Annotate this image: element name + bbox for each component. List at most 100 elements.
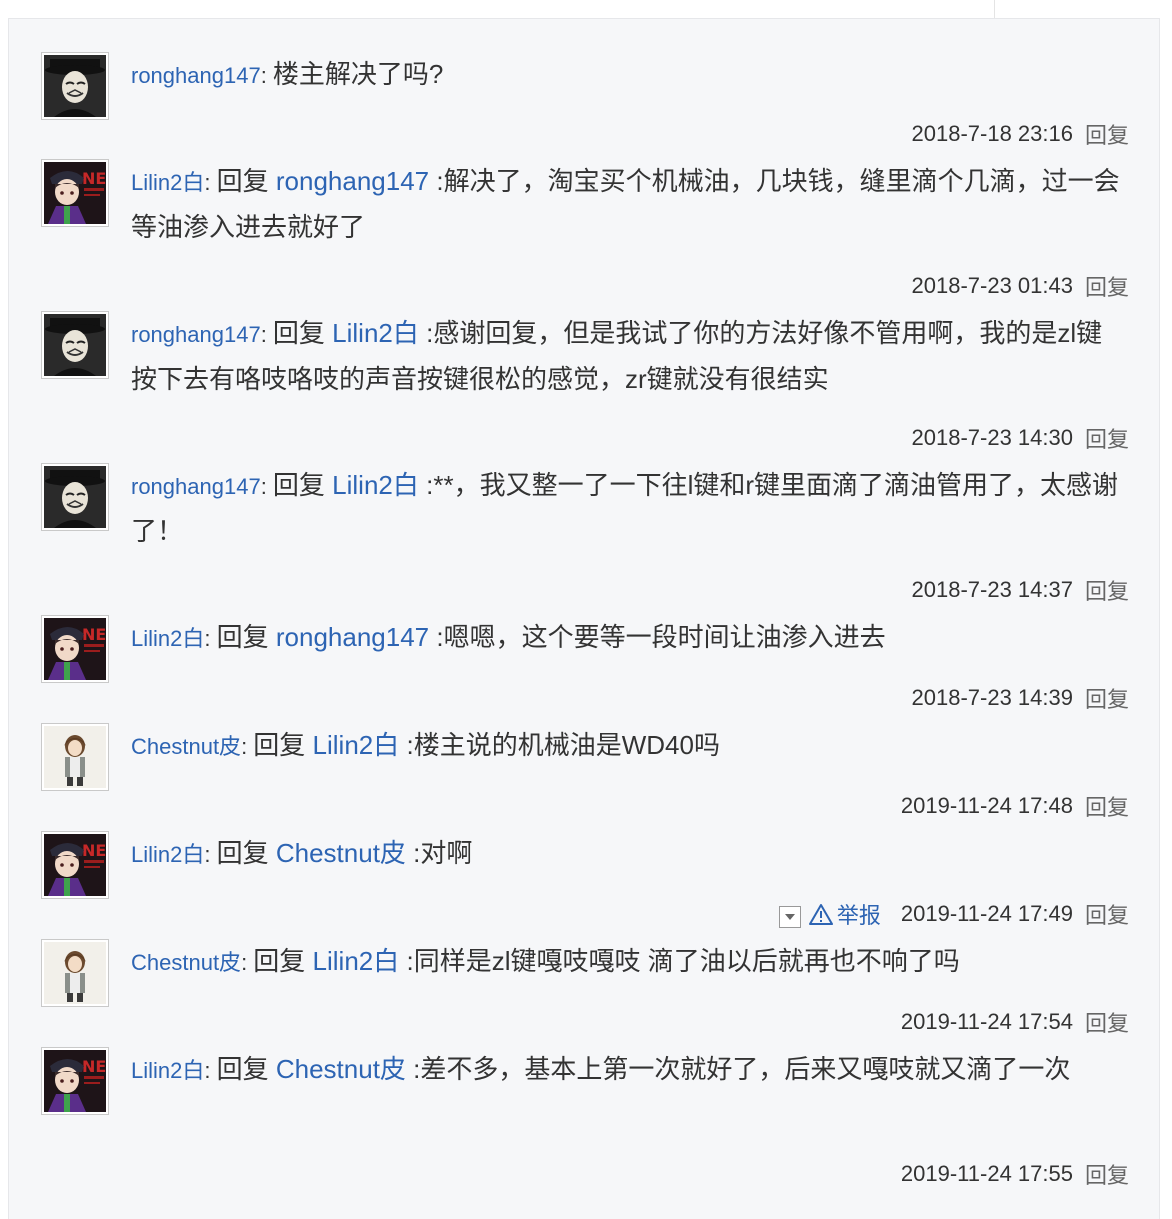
reply-prefix: 回复 — [216, 838, 269, 868]
mask-avatar-icon — [44, 466, 106, 528]
svg-text:NE: NE — [82, 169, 106, 188]
reply-button[interactable]: 回复 — [1085, 118, 1129, 150]
comment-username[interactable]: Lilin2白 — [131, 1058, 204, 1083]
reply-prefix: 回复 — [216, 622, 269, 652]
top-strip — [0, 0, 1172, 20]
reply-button[interactable]: 回复 — [1085, 270, 1129, 302]
comment-content: Chestnut皮: 回复 Lilin2白 :楼主说的机械油是WD40吗 — [131, 723, 1121, 769]
reply-target-link[interactable]: Lilin2白 — [332, 470, 419, 500]
reply-button[interactable]: 回复 — [1085, 790, 1129, 822]
comment-timestamp: 2018-7-23 14:30 — [911, 425, 1073, 450]
reply-button[interactable]: 回复 — [1085, 422, 1129, 454]
anime-avatar-icon: NE — [44, 162, 106, 224]
comment-content: Lilin2白: 回复 Chestnut皮 :差不多，基本上第一次就好了，后来又… — [131, 1047, 1121, 1093]
comment-meta: 2018-7-23 14:39 回复 — [912, 683, 1129, 713]
comment-content: Lilin2白: 回复 ronghang147 :解决了，淘宝买个机械油，几块钱… — [131, 159, 1121, 249]
report-group: 举报 — [778, 898, 881, 930]
reply-target-link[interactable]: Lilin2白 — [313, 946, 400, 976]
comment-meta: 2019-11-24 17:54 回复 — [901, 1007, 1129, 1037]
reply-target-link[interactable]: ronghang147 — [276, 166, 429, 196]
reply-button[interactable]: 回复 — [1085, 574, 1129, 606]
mask-avatar-icon — [44, 314, 106, 376]
reply-button[interactable]: 回复 — [1085, 1006, 1129, 1038]
anime-avatar-icon: NE — [44, 834, 106, 896]
comment-text: 楼主解决了吗? — [272, 59, 444, 89]
reply-target-link[interactable]: ronghang147 — [276, 622, 429, 652]
comment-timestamp: 2018-7-23 01:43 — [911, 273, 1073, 298]
tab-divider — [994, 0, 995, 20]
comment-text: :楼主说的机械油是WD40吗 — [406, 730, 720, 760]
colon: : — [241, 950, 254, 975]
reply-button[interactable]: 回复 — [1085, 682, 1129, 714]
colon: : — [260, 474, 273, 499]
comment-meta: 2018-7-23 01:43 回复 — [912, 271, 1129, 301]
comment-content: ronghang147: 回复 Lilin2白 :感谢回复，但是我试了你的方法好… — [131, 311, 1121, 401]
dropdown-toggle[interactable] — [778, 906, 801, 928]
colon: : — [260, 63, 273, 88]
comment-username[interactable]: ronghang147 — [131, 322, 261, 347]
comment-timestamp: 2018-7-18 23:16 — [911, 121, 1073, 146]
comment-meta: 2018-7-23 14:30 回复 — [912, 423, 1129, 453]
reply-prefix: 回复 — [272, 470, 325, 500]
avatar[interactable] — [41, 463, 109, 531]
comment-username[interactable]: ronghang147 — [131, 474, 261, 499]
comment-meta: 2019-11-24 17:55 回复 — [901, 1159, 1129, 1189]
reply-target-link[interactable]: Lilin2白 — [332, 318, 419, 348]
colon: : — [260, 322, 273, 347]
reply-prefix: 回复 — [216, 166, 269, 196]
reply-target-link[interactable]: Chestnut皮 — [276, 1054, 406, 1084]
chevron-down-icon — [784, 914, 795, 920]
anime-avatar-icon: NE — [44, 618, 106, 680]
avatar[interactable]: NE — [41, 159, 109, 227]
reply-target-link[interactable]: Lilin2白 — [313, 730, 400, 760]
comment-username[interactable]: Chestnut皮 — [131, 734, 241, 759]
anime-avatar-icon: NE — [44, 1050, 106, 1112]
comment-text: :差不多，基本上第一次就好了，后来又嘎吱就又滴了一次 — [413, 1054, 1071, 1084]
reply-prefix: 回复 — [216, 1054, 269, 1084]
svg-text:NE: NE — [82, 1057, 106, 1076]
comment-username[interactable]: Lilin2白 — [131, 842, 204, 867]
girl-avatar-icon — [44, 942, 106, 1004]
comment-timestamp: 2019-11-24 17:55 — [900, 1161, 1073, 1186]
colon: : — [204, 1058, 217, 1083]
colon: : — [241, 734, 254, 759]
comment-content: ronghang147: 楼主解决了吗? — [131, 52, 1121, 98]
comment-content: Chestnut皮: 回复 Lilin2白 :同样是zl键嘎吱嘎吱 滴了油以后就… — [131, 939, 1121, 985]
comment-username[interactable]: Lilin2白 — [131, 626, 204, 651]
comment-text: :嗯嗯，这个要等一段时间让油渗入进去 — [436, 622, 886, 652]
comment-meta: 举报 2019-11-24 17:49 回复 — [778, 898, 1129, 930]
comment-username[interactable]: Chestnut皮 — [131, 950, 241, 975]
reply-button[interactable]: 回复 — [1085, 898, 1129, 930]
warning-icon — [808, 904, 833, 925]
avatar[interactable] — [41, 311, 109, 379]
avatar[interactable]: NE — [41, 615, 109, 683]
mask-avatar-icon — [44, 55, 106, 117]
reply-button[interactable]: 回复 — [1085, 1158, 1129, 1190]
comment-timestamp: 2019-11-24 17:48 — [900, 793, 1073, 818]
comment-panel: ronghang147: 楼主解决了吗? 2018-7-18 23:16 回复 … — [8, 18, 1160, 1219]
comment-content: Lilin2白: 回复 ronghang147 :嗯嗯，这个要等一段时间让油渗入… — [131, 615, 1121, 661]
report-button[interactable]: 举报 — [837, 898, 881, 930]
avatar[interactable]: NE — [41, 831, 109, 899]
comment-username[interactable]: ronghang147 — [131, 63, 261, 88]
comment-timestamp: 2019-11-24 17:49 — [900, 901, 1073, 926]
reply-prefix: 回复 — [272, 318, 325, 348]
comment-username[interactable]: Lilin2白 — [131, 170, 204, 195]
avatar[interactable] — [41, 723, 109, 791]
comment-timestamp: 2018-7-23 14:39 — [911, 685, 1073, 710]
comment-meta: 2018-7-23 14:37 回复 — [912, 575, 1129, 605]
comment-meta: 2018-7-18 23:16 回复 — [912, 119, 1129, 149]
avatar[interactable] — [41, 939, 109, 1007]
avatar[interactable]: NE — [41, 1047, 109, 1115]
avatar[interactable] — [41, 52, 109, 120]
comment-text: :对啊 — [413, 838, 473, 868]
svg-text:NE: NE — [82, 625, 106, 644]
comment-content: ronghang147: 回复 Lilin2白 :**，我又整一了一下往l键和r… — [131, 463, 1121, 553]
reply-prefix: 回复 — [253, 946, 306, 976]
svg-text:NE: NE — [82, 841, 106, 860]
colon: : — [204, 842, 217, 867]
girl-avatar-icon — [44, 726, 106, 788]
colon: : — [204, 170, 217, 195]
reply-target-link[interactable]: Chestnut皮 — [276, 838, 406, 868]
comment-text: :同样是zl键嘎吱嘎吱 滴了油以后就再也不响了吗 — [406, 946, 960, 976]
